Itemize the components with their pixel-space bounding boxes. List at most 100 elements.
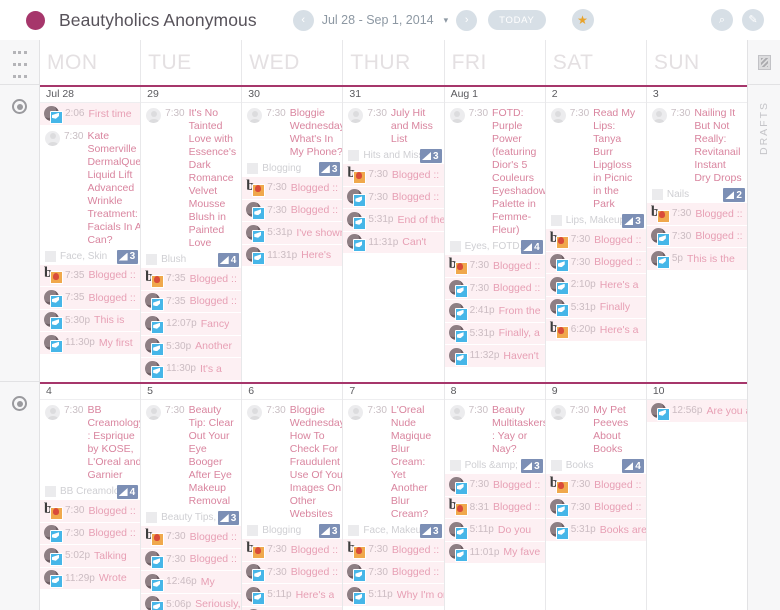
stats-badge[interactable]: 3 bbox=[217, 511, 240, 525]
post-tags-row[interactable]: Eyes, FOTD, 4 bbox=[445, 239, 545, 255]
apps-grid-button[interactable] bbox=[0, 40, 39, 85]
social-activity-row[interactable]: 7:30Blogged :: bbox=[343, 186, 444, 209]
social-activity-row[interactable]: 7:30Blogged :: bbox=[545, 474, 646, 497]
day-cell[interactable]: 8 7:30 Beauty Multitaskers : Yay or Nay? Po… bbox=[444, 382, 546, 610]
week-marker-1[interactable] bbox=[0, 85, 39, 382]
social-activity-row[interactable]: 11:01p My fave bbox=[444, 541, 545, 564]
star-icon[interactable]: ★ bbox=[571, 9, 594, 31]
post-entry[interactable]: 7:30 My Pet Peeves About Books bbox=[546, 400, 646, 456]
post-tags-row[interactable]: Polls &amp; 3 bbox=[445, 458, 545, 474]
day-cell[interactable]: 7 7:30 L'Oreal Nude Magique Blur Cream: Ye… bbox=[343, 382, 445, 610]
day-cell[interactable]: 97:30My Pet Peeves About BooksBooks47:30… bbox=[545, 382, 647, 610]
social-activity-row[interactable]: 7:35Blogged :: bbox=[40, 264, 141, 287]
social-activity-row[interactable]: 7:30Blogged :: bbox=[444, 474, 545, 497]
social-activity-row[interactable]: 5:31p Finally, a bbox=[444, 322, 545, 345]
social-activity-row[interactable]: 8:31Blogged :: bbox=[444, 496, 545, 519]
social-activity-row[interactable]: 5:31p End of the bbox=[343, 209, 444, 232]
post-tags-row[interactable]: Face, Makeup 3 bbox=[343, 523, 443, 539]
social-activity-row[interactable]: 5:31p Books are bbox=[545, 519, 646, 542]
social-activity-row[interactable]: 7:35Blogged :: bbox=[141, 290, 242, 313]
social-activity-row[interactable]: 5:11p Do you bbox=[444, 519, 545, 542]
day-cell[interactable]: 2 7:30 Read My Lips: Tanya Burr Lipgloss i… bbox=[545, 85, 647, 382]
stats-badge[interactable]: 4 bbox=[116, 485, 139, 499]
stats-badge[interactable]: 4 bbox=[622, 459, 644, 473]
stats-badge[interactable]: 2 bbox=[723, 188, 745, 202]
social-activity-row[interactable]: 2:10p Here's a bbox=[545, 274, 646, 297]
day-cell[interactable]: Aug 1 7:30 FOTD: Purple Power (featuring D… bbox=[444, 85, 546, 382]
day-cell[interactable]: Jul 28 2:06 First time 7:30 Kate Somerville … bbox=[40, 85, 142, 382]
post-entry[interactable]: 7:30 L'Oreal Nude Magique Blur Cream: Yet… bbox=[343, 400, 443, 521]
social-activity-row[interactable]: 7:30Blogged :: bbox=[40, 522, 141, 545]
compose-icon[interactable]: ✎ bbox=[742, 9, 764, 31]
post-tags-row[interactable]: Hits and Misses 3 bbox=[343, 148, 443, 164]
social-activity-row[interactable]: 7:30Blogged :: bbox=[646, 225, 747, 248]
social-activity-row[interactable]: 7:30Blogged :: bbox=[40, 500, 141, 523]
social-activity-row[interactable]: 7:30Blogged :: bbox=[545, 496, 646, 519]
day-cell[interactable]: 31 7:30 July Hit and Miss List Hits and Mis… bbox=[343, 85, 445, 382]
social-activity-row[interactable]: 7:30Blogged :: bbox=[343, 561, 444, 584]
post-entry[interactable]: 7:30 Beauty Tip: Clear Out Your Eye Booge… bbox=[141, 400, 241, 508]
today-button[interactable]: TODAY bbox=[488, 10, 546, 30]
social-activity-row[interactable]: 11:29p Wrote bbox=[40, 567, 141, 590]
social-activity-row[interactable]: 7:30Blogged :: bbox=[343, 539, 444, 562]
day-cell[interactable]: 30 7:30 Bloggie Wednesday: What's In My Ph… bbox=[242, 85, 344, 382]
stats-badge[interactable]: 4 bbox=[217, 253, 240, 267]
prev-period-button[interactable]: ‹ bbox=[292, 9, 314, 31]
post-tags-row[interactable]: Books 4 bbox=[546, 458, 646, 474]
stats-badge[interactable]: 3 bbox=[420, 149, 442, 163]
social-activity-row[interactable]: 5:02p Talking bbox=[40, 545, 141, 568]
social-activity-row[interactable]: 5p This is the bbox=[646, 248, 747, 271]
social-activity-row[interactable]: 7:35Blogged :: bbox=[141, 268, 242, 291]
social-activity-row[interactable]: 7:30Blogged :: bbox=[242, 199, 343, 222]
post-tags-row[interactable]: Lips, Makeup 3 bbox=[546, 213, 646, 229]
post-entry[interactable]: 7:30 BB Creamology : Esprique by KOSE, L'… bbox=[40, 400, 140, 482]
social-activity-row[interactable]: 10:59pDo a bbox=[242, 606, 343, 610]
day-cell[interactable]: 5 7:30 Beauty Tip: Clear Out Your Eye Boog… bbox=[141, 382, 243, 610]
post-entry[interactable]: 7:30 July Hit and Miss List bbox=[343, 103, 443, 146]
stats-badge[interactable]: 4 bbox=[521, 240, 543, 254]
social-activity-row[interactable]: 7:30Blogged :: bbox=[141, 526, 242, 549]
stats-badge[interactable]: 3 bbox=[420, 524, 442, 538]
post-tags-row[interactable]: Blogging 3 bbox=[242, 523, 342, 539]
social-activity-row[interactable]: 11:32p Haven't bbox=[444, 345, 545, 368]
post-entry[interactable]: 7:30 Bloggie Wednesday: What's In My Phon… bbox=[242, 103, 342, 159]
post-entry[interactable]: 7:30 Nailing It But Not Really: Revitanai… bbox=[647, 103, 747, 185]
week-marker-2[interactable] bbox=[0, 382, 39, 610]
social-activity-row[interactable]: 11:31p Here's bbox=[242, 244, 343, 267]
social-activity-row[interactable]: 7:30Blogged :: bbox=[444, 255, 545, 278]
chevron-down-icon[interactable]: ▾ bbox=[444, 15, 449, 26]
stats-badge[interactable]: 3 bbox=[521, 459, 543, 473]
post-tags-row[interactable]: Blush 4 bbox=[141, 252, 241, 268]
day-cell[interactable]: 10 12:56p Are you a bbox=[646, 382, 747, 610]
social-activity-row[interactable]: 7:30Blogged :: bbox=[545, 251, 646, 274]
stats-badge[interactable]: 3 bbox=[622, 214, 644, 228]
date-range-label[interactable]: Jul 28 - Sep 1, 2014 bbox=[322, 13, 434, 27]
post-entry[interactable]: 7:30 It's No Tainted Love with Essence's … bbox=[141, 103, 241, 250]
post-entry[interactable]: 7:30 Beauty Multitaskers : Yay or Nay? bbox=[445, 400, 545, 456]
post-entry[interactable]: 7:30Kate Somerville DermalQuench Liquid … bbox=[40, 126, 140, 247]
day-cell[interactable]: 29 7:30 It's No Tainted Love with Essence'… bbox=[141, 85, 243, 382]
social-activity-row[interactable]: 7:30Blogged :: bbox=[545, 229, 646, 252]
post-tags-row[interactable]: BB Creamology 4 bbox=[40, 484, 140, 500]
social-activity-row[interactable]: 7:30Blogged :: bbox=[343, 164, 444, 187]
stats-badge[interactable]: 3 bbox=[318, 162, 341, 176]
social-activity-row[interactable]: 7:30Blogged :: bbox=[242, 561, 343, 584]
social-activity-row[interactable]: 5:30p Another bbox=[141, 335, 242, 358]
social-activity-row[interactable]: 2:06 First time bbox=[40, 103, 141, 126]
social-activity-row[interactable]: 5:31p Finally bbox=[545, 296, 646, 319]
next-period-button[interactable]: › bbox=[456, 9, 478, 31]
social-activity-row[interactable]: 7:30Blogged :: bbox=[646, 203, 747, 226]
day-cell[interactable]: 3 7:30 Nailing It But Not Really: Revitana… bbox=[646, 85, 747, 382]
social-activity-row[interactable]: 5:11p Here's a bbox=[242, 584, 343, 607]
social-activity-row[interactable]: 6:20pHere's a bbox=[545, 319, 646, 342]
social-activity-row[interactable]: 5:11pWhy I'm on bbox=[343, 584, 444, 607]
social-activity-row[interactable]: 12:46p My bbox=[141, 571, 242, 594]
social-activity-row[interactable]: 7:35Blogged :: bbox=[40, 287, 141, 310]
social-activity-row[interactable]: 11:30p It's a bbox=[141, 358, 242, 381]
social-activity-row[interactable]: 5:30p This is bbox=[40, 309, 141, 332]
post-entry[interactable]: 7:30 FOTD: Purple Power (featuring Dior's… bbox=[445, 103, 545, 237]
social-activity-row[interactable]: 7:30Blogged :: bbox=[444, 277, 545, 300]
stats-badge[interactable]: 3 bbox=[318, 524, 341, 538]
social-activity-row[interactable]: 12:56p Are you a bbox=[646, 400, 747, 423]
social-activity-row[interactable]: 7:30Blogged :: bbox=[242, 177, 343, 200]
